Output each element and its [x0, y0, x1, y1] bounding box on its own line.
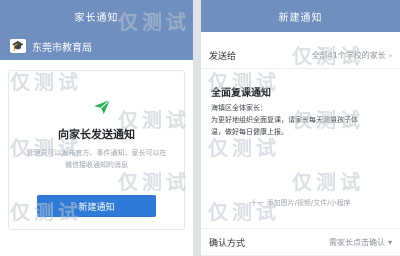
paper-plane-icon — [94, 99, 111, 115]
org-name: 东莞市教育局 — [32, 42, 92, 54]
confirm-method-value: 需家长点击确认 — [328, 237, 385, 247]
chevron-down-icon: ▾ — [387, 237, 392, 247]
right-header-title: 新建通知 — [278, 12, 323, 24]
notice-body-line-2: 为更好地组织全面复课，请家长每天测量孩子体 — [211, 116, 358, 124]
new-notice-button-label: 新建通知 — [78, 202, 115, 213]
send-to-row[interactable]: 发送给 全部41个学校的家长 › — [201, 42, 400, 69]
send-to-label: 发送给 — [209, 51, 237, 62]
card-desc-line-1: 管理员可以发布官方、事件通知，家长可以在 — [26, 149, 167, 157]
left-header-title: 家长通知 — [74, 12, 119, 24]
notice-body[interactable]: 海镇区全体家长： 为更好地组织全面复课，请家长每天测量孩子体 温，做好每日健康上… — [211, 102, 390, 138]
org-band: 🎓 东莞市教育局 — [0, 32, 193, 60]
school-icon: 🎓 — [10, 39, 26, 53]
confirm-method-row[interactable]: 确认方式 需家长点击确认 ▾ — [201, 228, 400, 256]
right-header: 新建通知 — [201, 0, 400, 32]
card-desc-line-2: 微信接收通知的消息 — [65, 161, 128, 169]
send-to-value: 全部41个学校的家长 — [311, 50, 386, 60]
notice-title[interactable]: 全面复课通知 — [211, 84, 271, 99]
notice-body-line-1: 海镇区全体家长： — [211, 104, 267, 112]
confirm-method-label: 确认方式 — [209, 238, 246, 249]
chevron-right-icon: › — [388, 50, 392, 60]
new-notice-button[interactable]: 新建通知 — [37, 195, 156, 217]
notice-body-line-3: 温，做好每日健康上报。 — [211, 128, 288, 136]
right-panel: 新建通知 发送给 全部41个学校的家长 › 全面复课通知 海镇区全体家长： 为更… — [201, 0, 400, 256]
confirm-method-value-wrap: 需家长点击确认 ▾ — [329, 237, 392, 248]
card-description: 管理员可以发布官方、事件通知，家长可以在 微信接收通知的消息 — [21, 147, 172, 171]
left-panel: 家长通知 🎓 东莞市教育局 向家长发送通知 管理员可以发布官方、事件通知，家长可… — [0, 0, 193, 256]
add-attachment-button[interactable]: 十一 添加图片/视频/文件/小程序 — [211, 198, 390, 208]
send-notice-card: 向家长发送通知 管理员可以发布官方、事件通知，家长可以在 微信接收通知的消息 新… — [8, 70, 185, 230]
left-header: 家长通知 — [0, 0, 193, 32]
card-title: 向家长发送通知 — [58, 128, 135, 141]
send-to-value-wrap: 全部41个学校的家长 › — [312, 50, 392, 61]
